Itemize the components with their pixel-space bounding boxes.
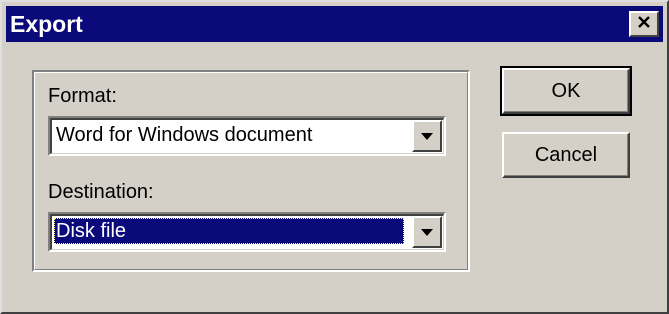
title-bar[interactable]: Export <box>6 6 663 42</box>
chevron-down-icon <box>421 228 433 236</box>
format-select[interactable]: Word for Windows document <box>48 116 446 156</box>
ok-button-label: OK <box>551 79 581 102</box>
chevron-down-icon <box>421 132 433 140</box>
destination-label: Destination: <box>48 181 154 203</box>
format-dropdown-button[interactable] <box>412 120 442 152</box>
window-title: Export <box>10 11 83 37</box>
close-button[interactable] <box>629 11 659 37</box>
export-dialog: Export Format: Word for Windows document… <box>0 0 669 314</box>
format-label: Format: <box>48 85 117 107</box>
destination-select-value: Disk file <box>54 218 404 244</box>
destination-dropdown-button[interactable] <box>412 216 442 248</box>
ok-button[interactable]: OK <box>500 66 632 116</box>
cancel-button[interactable]: Cancel <box>502 132 630 178</box>
destination-select[interactable]: Disk file <box>48 212 446 252</box>
cancel-button-label: Cancel <box>534 143 598 166</box>
close-icon <box>637 15 651 34</box>
format-select-value: Word for Windows document <box>56 124 313 146</box>
